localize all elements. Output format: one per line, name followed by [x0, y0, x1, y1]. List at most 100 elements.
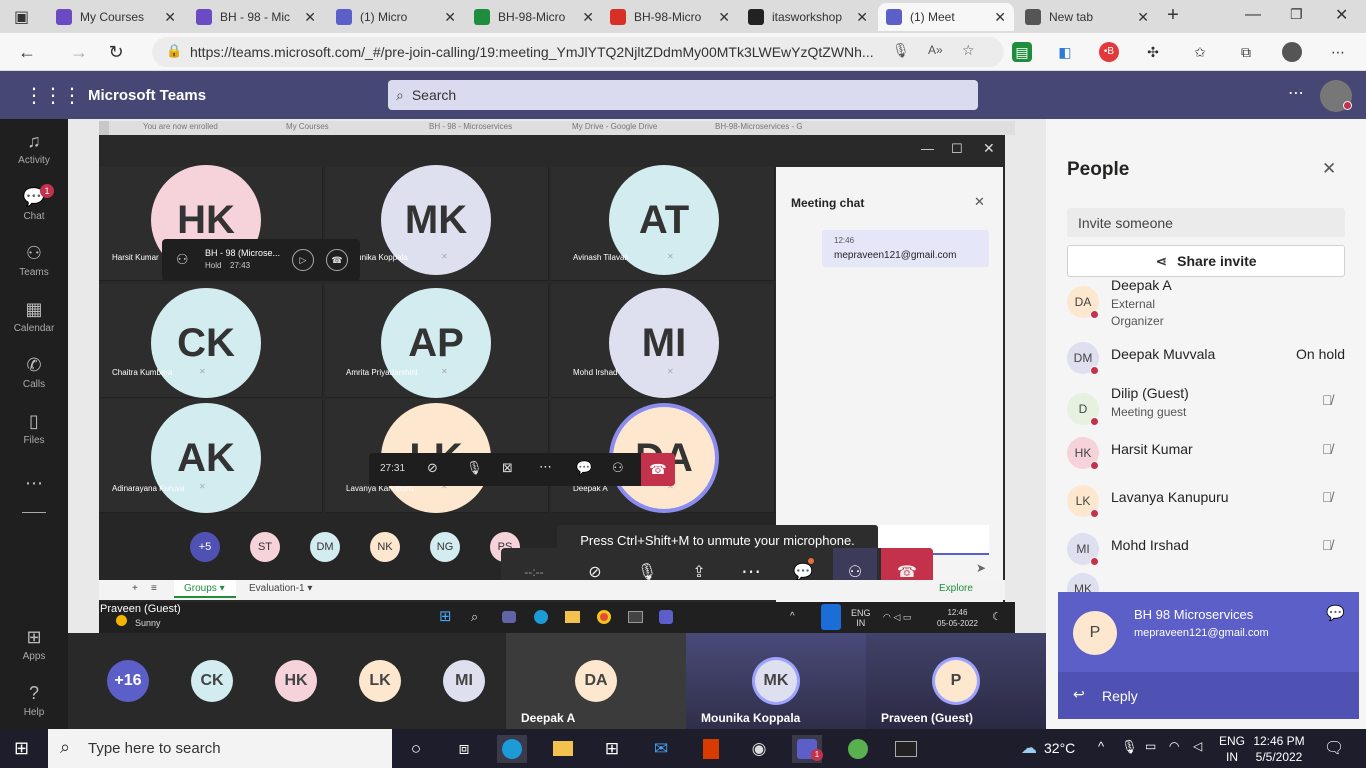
language-indicator[interactable]: ENG IN — [1219, 733, 1245, 765]
participant-tile: AK Adinarayana Kuruva ✕ — [99, 399, 323, 513]
extension-sheets-icon[interactable]: ▤ — [1012, 42, 1032, 62]
store-icon[interactable]: ⊞ — [597, 735, 627, 763]
clock[interactable]: 12:46 PM 5/5/2022 — [1252, 733, 1306, 765]
app-leaf-icon[interactable] — [843, 735, 873, 763]
volume-icon[interactable]: ◁ — [1193, 739, 1202, 753]
rail-teams[interactable]: ⚇ Teams — [0, 243, 68, 278]
forward-icon[interactable]: → — [66, 40, 92, 64]
close-tab-icon[interactable]: ✕ — [582, 9, 594, 26]
cortana-icon[interactable]: ○ — [401, 735, 431, 763]
edge-taskbar-icon[interactable] — [497, 735, 527, 763]
close-tab-icon[interactable]: ✕ — [718, 9, 730, 26]
browser-tab[interactable]: (1) Meet ✕ — [878, 3, 1014, 31]
shared-sheet-tabs: + ≡ Groups ▾ Evaluation-1 ▾ Explore — [99, 580, 1005, 600]
browser-tab[interactable]: itasworkshop ✕ — [740, 3, 876, 31]
people-group-icon: ⚇ — [176, 251, 189, 267]
people-list-item[interactable]: DM Deepak Muvvala On hold — [1046, 333, 1366, 379]
rail-activity[interactable]: ♫ Activity — [0, 131, 68, 166]
close-tab-icon[interactable]: ✕ — [1137, 9, 1149, 26]
back-icon[interactable]: ← — [14, 40, 40, 64]
people-list-item[interactable]: MI Mohd Irshad 🎙̸ — [1046, 524, 1366, 570]
tab-actions-icon[interactable]: ▣ — [14, 7, 34, 27]
collections-icon[interactable]: ⧉ — [1236, 42, 1256, 62]
close-tab-icon[interactable]: ✕ — [994, 9, 1006, 26]
browser-menu-icon[interactable]: ⋯ — [1328, 42, 1348, 62]
browser-tab[interactable]: My Courses ✕ — [48, 3, 184, 31]
browser-tab[interactable]: BH - 98 - Mic ✕ — [188, 3, 324, 31]
rail-help[interactable]: ? Help — [0, 683, 68, 718]
participant-tile-deepak-a[interactable]: DA Deepak A — [506, 633, 686, 729]
favorites-icon[interactable]: ✩ — [1190, 42, 1210, 62]
more-participants-avatar[interactable]: +16 — [107, 660, 149, 702]
address-bar[interactable]: 🔒 https://teams.microsoft.com/_#/pre-joi… — [152, 37, 1004, 67]
close-tab-icon[interactable]: ✕ — [856, 9, 868, 26]
task-view-icon[interactable]: ⧈ — [449, 735, 479, 763]
browser-tab[interactable]: (1) Micro ✕ — [328, 3, 464, 31]
chevron-up-icon[interactable]: ^ — [1098, 739, 1104, 754]
terminal-taskbar-icon[interactable] — [891, 735, 921, 763]
share-tray-icon: ⊠ — [502, 460, 513, 475]
close-tab-icon[interactable]: ✕ — [444, 9, 456, 26]
mail-icon[interactable]: ✉ — [646, 735, 676, 763]
shared-browser-tab: You are now enrolled — [143, 122, 218, 131]
app-icon[interactable]: ◉ — [744, 735, 774, 763]
extensions-puzzle-icon[interactable]: ✣ — [1143, 42, 1163, 62]
share-invite-button[interactable]: ⋖ Share invite — [1067, 245, 1345, 277]
read-aloud-icon[interactable]: A» — [928, 43, 943, 57]
reply-button[interactable]: ↩ Reply — [1058, 672, 1359, 719]
people-list-item[interactable]: HK Harsit Kumar 🎙̸ — [1046, 428, 1366, 474]
rail-apps[interactable]: ⊞ Apps — [0, 627, 68, 662]
participant-tile: CK Chaitra Kumbara ✕ — [99, 284, 323, 398]
search-input[interactable]: ⌕ Search — [388, 80, 978, 110]
microphone-icon[interactable]: 🎙 — [892, 42, 910, 59]
extension-translate-icon[interactable]: ◧ — [1055, 42, 1075, 62]
invite-someone-input[interactable]: Invite someone — [1067, 208, 1345, 237]
favorite-star-icon[interactable]: ☆ — [962, 42, 975, 59]
gallery-avatar[interactable]: MI — [443, 660, 485, 702]
rail-more[interactable]: ⋯ — [0, 473, 68, 497]
participant-tile-praveen[interactable]: P Praveen (Guest) — [866, 633, 1046, 729]
microphone-off-icon: ✕ — [199, 482, 206, 491]
people-list-item[interactable]: LK Lavanya Kanupuru 🎙̸ — [1046, 476, 1366, 522]
notification-center-icon[interactable]: 🗨 — [1324, 738, 1344, 758]
chat-notification[interactable]: P BH 98 Microservices mepraveen121@gmail… — [1058, 592, 1359, 719]
browser-tab[interactable]: BH-98-Micro ✕ — [466, 3, 602, 31]
restore-window-button[interactable]: ❐ — [1290, 6, 1303, 23]
browser-tab[interactable]: BH-98-Micro ✕ — [602, 3, 738, 31]
browser-tab[interactable]: New tab ✕ — [1017, 3, 1157, 31]
rail-chat[interactable]: 💬 Chat 1 — [0, 184, 68, 222]
close-window-button[interactable]: ✕ — [1335, 5, 1348, 25]
microphone-tray-icon[interactable]: 🎙 — [1121, 739, 1138, 755]
office-icon[interactable] — [696, 735, 726, 763]
wifi-icon[interactable]: ◠ — [1169, 739, 1179, 753]
participants-icon: ⚇ — [847, 563, 863, 581]
close-tab-icon[interactable]: ✕ — [164, 9, 176, 26]
rail-calls[interactable]: ✆ Calls — [0, 355, 68, 390]
weather-cloud-icon[interactable]: ☁ — [1021, 738, 1037, 758]
participant-tile-mounika-koppala[interactable]: MK Mounika Koppala — [686, 633, 866, 729]
profile-avatar[interactable] — [1282, 42, 1302, 62]
taskbar-search[interactable]: ⌕ Type here to search — [48, 729, 392, 768]
extension-adblock-icon[interactable]: •B — [1099, 42, 1119, 62]
teams-header: ⋮⋮⋮ Microsoft Teams ⌕ Search ⋯ — [0, 71, 1366, 119]
new-tab-button[interactable]: + — [1162, 4, 1184, 26]
refresh-icon[interactable]: ↻ — [103, 40, 129, 64]
microphone-off-icon: ✕ — [441, 367, 448, 376]
people-list-item[interactable]: D Dilip (Guest) Meeting guest 🎙̸ — [1046, 380, 1366, 426]
more-options-icon[interactable]: ⋯ — [1288, 83, 1304, 103]
windows-start-button[interactable]: ⊞ — [14, 739, 33, 758]
close-tab-icon[interactable]: ✕ — [304, 9, 316, 26]
battery-icon[interactable]: ▭ — [1145, 739, 1156, 753]
rail-calendar[interactable]: ▦ Calendar — [0, 299, 68, 334]
wifi-volume-icons: ◠ ◁ ▭ — [883, 612, 912, 622]
gallery-avatar[interactable]: CK — [191, 660, 233, 702]
close-people-panel-icon[interactable]: ✕ — [1322, 159, 1336, 179]
minimize-window-button[interactable]: — — [1245, 6, 1261, 24]
file-explorer-icon[interactable] — [548, 735, 578, 763]
app-launcher-icon[interactable]: ⋮⋮⋮ — [24, 83, 82, 108]
temperature[interactable]: 32°C — [1044, 740, 1075, 756]
people-list-item[interactable]: DA Deepak A External Organizer — [1046, 276, 1366, 328]
gallery-avatar[interactable]: HK — [275, 660, 317, 702]
rail-files[interactable]: ▯ Files — [0, 411, 68, 446]
gallery-avatar[interactable]: LK — [359, 660, 401, 702]
